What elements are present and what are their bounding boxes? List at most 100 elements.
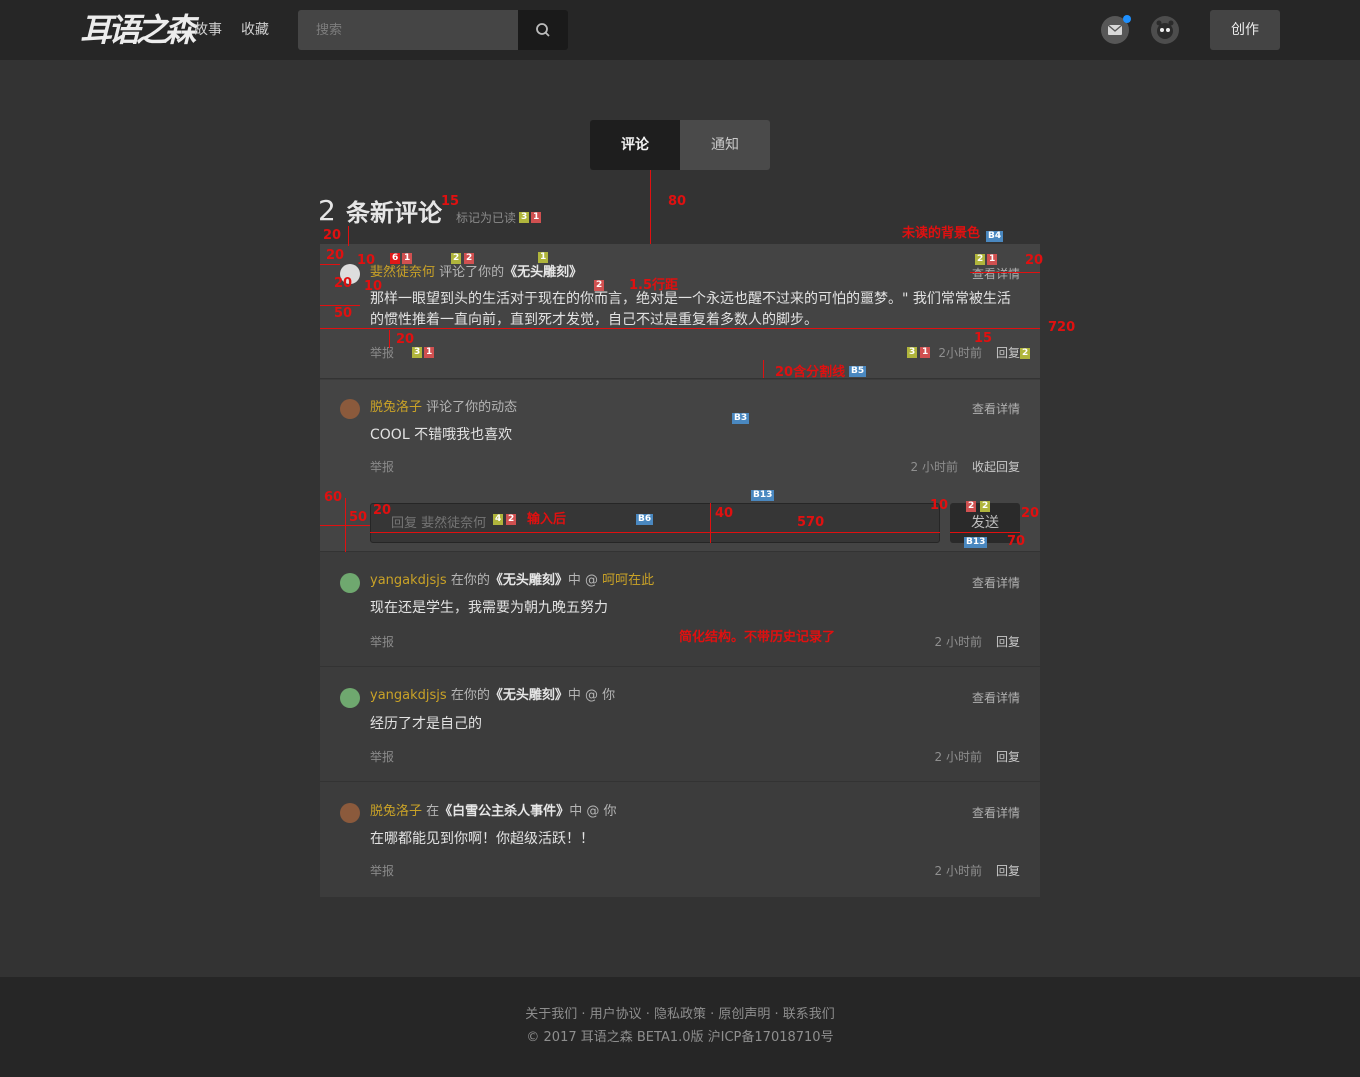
annotation-tag: 1	[424, 347, 435, 358]
mark-as-read-link[interactable]: 标记为已读	[456, 211, 516, 225]
annotation-label: 1.5行距	[629, 278, 679, 293]
comment-meta: 2 小时前 回复	[935, 634, 1020, 650]
view-details-link[interactable]: 查看详情	[972, 266, 1020, 282]
comment-prefix: 在	[426, 804, 440, 819]
report-link[interactable]: 举报	[370, 863, 394, 879]
annotation-label: 10	[357, 253, 376, 268]
user-avatar[interactable]	[1151, 16, 1179, 44]
annotation-tag: 4	[493, 514, 504, 525]
comment-meta: 2 小时前 收起回复	[911, 459, 1020, 475]
tab-comments[interactable]: 评论	[590, 120, 680, 170]
new-comment-count: 2	[318, 194, 336, 227]
work-title-link[interactable]: 《白雪公主杀人事件》	[439, 804, 569, 819]
comment-body: 现在还是学生，我需要为朝九晚五努力	[370, 600, 608, 616]
work-title-link[interactable]: 《无头雕刻》	[504, 265, 582, 280]
width-guide	[950, 532, 1020, 533]
report-link[interactable]: 举报	[370, 634, 394, 650]
annotation-tag: 2	[451, 253, 462, 264]
avatar[interactable]	[340, 399, 360, 419]
comment-header: yangakdjsjs 在你的《无头雕刻》中 @ 呵呵在此	[370, 572, 654, 590]
report-link[interactable]: 举报	[370, 459, 394, 475]
spacing-guide	[320, 525, 370, 526]
annotation-tag: B13	[751, 490, 775, 501]
work-title-link[interactable]: 《无头雕刻》	[490, 688, 568, 703]
comment-header: 脱兔洛子 在《白雪公主杀人事件》中 @ 你	[370, 803, 616, 821]
comment-username[interactable]: yangakdjsjs	[370, 573, 447, 588]
comment-header: 脱兔洛子 评论了你的动态	[370, 399, 517, 417]
comment-body: 在哪都能见到你啊！你超级活跃！！	[370, 831, 594, 847]
annotation-label: 20	[323, 228, 342, 243]
search-icon	[536, 23, 550, 37]
annotation-label: 70	[1007, 534, 1026, 549]
comment-time: 2 小时前	[934, 635, 982, 649]
comment-username[interactable]: 婓然徒奈何	[370, 265, 435, 280]
nav-link-favorites[interactable]: 收藏	[241, 20, 269, 40]
reply-link[interactable]: 回复	[996, 864, 1020, 878]
annotation-label: 20	[334, 276, 353, 291]
comment-username[interactable]: yangakdjsjs	[370, 688, 447, 703]
annotation-tag: 1	[402, 253, 413, 264]
comment-body: COOL 不错哦我也喜欢	[370, 427, 513, 443]
comment-meta: 2 小时前 回复	[935, 749, 1020, 765]
comment-username[interactable]: 脱兔洛子	[370, 400, 422, 415]
comment-item: 婓然徒奈何 评论了你的《无头雕刻》 查看详情 那样一眼望到头的生活对于现在的你而…	[320, 244, 1040, 379]
comment-prefix: 在你的	[450, 688, 490, 703]
annotation-label: 50	[334, 306, 353, 321]
footer-links[interactable]: 关于我们 · 用户协议 · 隐私政策 · 原创声明 · 联系我们	[0, 1006, 1360, 1024]
avatar[interactable]	[340, 803, 360, 823]
annotation-tag: 3	[907, 347, 918, 358]
create-button[interactable]: 创作	[1210, 10, 1280, 50]
annotation-tag: 6	[390, 253, 401, 264]
comment-username[interactable]: 脱兔洛子	[370, 804, 422, 819]
site-logo[interactable]: 耳语之森	[80, 10, 196, 50]
annotation-tag: 2	[975, 254, 986, 265]
annotation-tag: B3	[732, 413, 750, 424]
collapse-reply-link[interactable]: 收起回复	[972, 460, 1020, 474]
annotation-tag: 1	[531, 212, 542, 223]
comment-suffix: 中 @	[567, 573, 598, 588]
comment-header: 婓然徒奈何 评论了你的《无头雕刻》	[370, 264, 582, 282]
comment-time: 2小时前	[938, 346, 982, 360]
view-details-link[interactable]: 查看详情	[972, 690, 1020, 706]
annotation-label: 720	[1048, 320, 1076, 335]
avatar-face-icon	[1156, 20, 1174, 39]
reply-input[interactable]	[370, 503, 940, 543]
avatar[interactable]	[340, 688, 360, 708]
annotation-label: 20	[396, 332, 415, 347]
annotation-tag: 2	[1020, 348, 1031, 359]
annotation-label: 20含分割线	[775, 365, 846, 380]
annotation-tag: 2	[594, 280, 605, 291]
annotation-label: 输入后	[527, 512, 567, 527]
nav-link-stories[interactable]: 故事	[194, 20, 222, 40]
comment-action: 评论了你的	[439, 265, 505, 280]
view-details-link[interactable]: 查看详情	[972, 805, 1020, 821]
report-link[interactable]: 举报	[370, 345, 394, 361]
avatar[interactable]	[340, 573, 360, 593]
tab-notifications[interactable]: 通知	[680, 120, 770, 170]
mention-name[interactable]: 呵呵在此	[602, 573, 654, 588]
comment-suffix: 中 @ 你	[569, 804, 617, 819]
view-details-link[interactable]: 查看详情	[972, 401, 1020, 417]
reply-link[interactable]: 回复	[996, 635, 1020, 649]
annotation-label: 20	[1021, 506, 1040, 521]
annotation-label: 20	[326, 248, 345, 263]
reply-link[interactable]: 回复	[996, 346, 1020, 360]
annotation-tag: 1	[538, 252, 549, 263]
spacing-guide	[389, 330, 390, 348]
view-details-link[interactable]: 查看详情	[972, 575, 1020, 591]
annotation-label: 15	[441, 194, 460, 209]
search-input[interactable]	[298, 10, 518, 50]
annotation-label: 未读的背景色	[902, 226, 981, 241]
comment-time: 2 小时前	[934, 750, 982, 764]
work-title-link[interactable]: 《无头雕刻》	[490, 573, 568, 588]
report-link[interactable]: 举报	[370, 749, 394, 765]
annotation-tag: 2	[966, 501, 977, 512]
comment-meta: 2小时前 回复	[938, 345, 1020, 361]
search-button[interactable]	[518, 10, 568, 50]
comment-suffix: 中 @ 你	[567, 688, 616, 703]
comment-body: 那样一眼望到头的生活对于现在的你而言，绝对是一个永远也醒不过来的可怕的噩梦。" …	[370, 291, 1011, 328]
annotation-label: 20	[1025, 253, 1044, 268]
spacing-guide	[348, 226, 349, 246]
reply-link[interactable]: 回复	[996, 750, 1020, 764]
annotation-tag: 2	[980, 501, 991, 512]
